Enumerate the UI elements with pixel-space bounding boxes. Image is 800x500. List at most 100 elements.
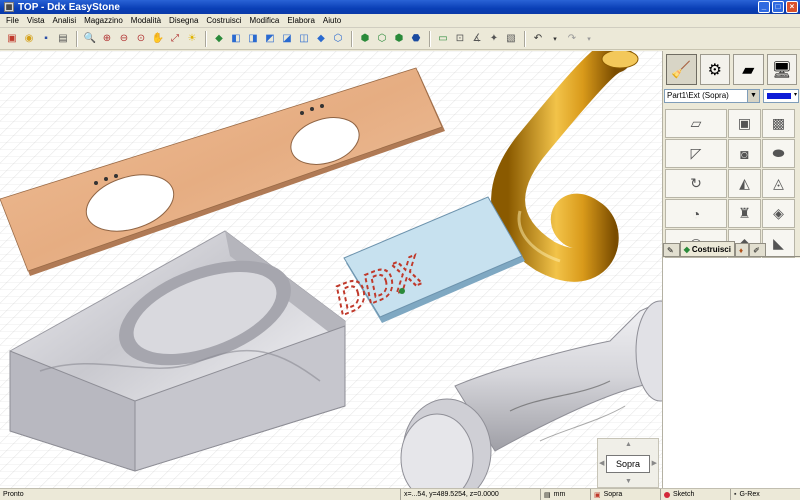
tool-slab-icon[interactable]: ▰ [733,54,764,85]
surface-tool-icon[interactable]: ◈ [762,199,795,228]
menu-analisi[interactable]: Analisi [49,16,81,25]
menu-modalita[interactable]: Modalità [127,16,165,25]
tab-edit[interactable]: ✐ [749,243,766,256]
chevron-down-icon[interactable]: ▼ [747,89,760,103]
close-button[interactable]: × [786,1,798,13]
view-back-icon[interactable]: ◨ [245,31,261,47]
scene-canvas: DDX [0,51,662,488]
minimize-button[interactable]: _ [758,1,770,13]
menu-vista[interactable]: Vista [23,16,49,25]
undo-dropdown-icon[interactable]: ▾ [547,31,563,47]
status-grex[interactable]: ▪ G-Rex [730,489,800,500]
view-navigator[interactable]: ▲ ◀ ▶ ▼ Sopra [597,438,659,488]
panel-tab-content [663,258,800,488]
3d-viewport[interactable]: DDX ▲ ◀ ▶ ▼ Sopra [0,51,662,488]
menu-costruisci[interactable]: Costruisci [202,16,245,25]
menu-modifica[interactable]: Modifica [246,16,284,25]
view-iso-icon[interactable]: ◆ [211,31,227,47]
panel-tabs: ✎ ◆ Costruisci ♦ ✐ [663,241,800,257]
view-cube-icon: ▣ [594,491,601,499]
status-unit: ▤ mm [540,489,590,500]
light-bulb-icon[interactable]: ☀ [184,31,200,47]
zoom-in-icon[interactable]: ⊕ [99,31,115,47]
profile-tool-icon[interactable]: ◸ [665,139,727,168]
sweep-tool-icon[interactable]: ◬ [762,169,795,198]
spiral-tool-icon[interactable]: ↻ [665,169,727,198]
view-perspective-icon[interactable]: ⬡ [330,31,346,47]
tab-costruisci[interactable]: ◆ Costruisci [679,241,735,256]
construct-icon: ◆ [683,244,690,254]
menu-elabora[interactable]: Elabora [283,16,319,25]
right-tool-panel: 🧹 ⚙ ▰ 🖥 Part1\Ext (Sopra) ▼ ▾ ▱ ▣ ▩ ◸ ◙ … [662,51,800,488]
main-toolbar: ▣ ◉ ▪ ▤ 🔍 ⊕ ⊖ ⊙ ✋ ⤢ ☀ ◆ ◧ ◨ ◩ ◪ ◫ ◆ ⬡ ⬢ … [0,28,800,50]
pocket-tool-icon[interactable]: ◙ [728,139,761,168]
nav-up-icon[interactable]: ▲ [625,441,632,448]
zoom-out-icon[interactable]: ⊖ [116,31,132,47]
zoom-window-icon[interactable]: 🔍 [82,31,98,47]
easystone-app-icon[interactable]: ▦ [4,2,14,12]
block-tool-icon[interactable]: ▣ [728,109,761,138]
disc-tool-icon[interactable]: ⬬ [762,139,795,168]
menu-aiuto[interactable]: Aiuto [319,16,345,25]
zoom-all-icon[interactable]: ⊙ [133,31,149,47]
save-icon[interactable]: ▪ [38,31,54,47]
print-icon[interactable]: ▤ [55,31,71,47]
redo-dropdown-icon[interactable]: ▾ [581,31,597,47]
pen-icon: ✎ [667,245,674,255]
tool-export-icon[interactable]: 🖥 [766,54,797,85]
redo-icon[interactable]: ↷ [564,31,580,47]
view-front-icon[interactable]: ◧ [228,31,244,47]
menu-file[interactable]: File [2,16,23,25]
wireframe-icon[interactable]: ⬢ [357,31,373,47]
part-selector[interactable]: Part1\Ext (Sopra) [664,89,760,103]
shaded-icon[interactable]: ⬢ [391,31,407,47]
menu-disegna[interactable]: Disegna [165,16,202,25]
tool-modeling-icon[interactable]: 🧹 [666,54,697,85]
undo-icon[interactable]: ↶ [530,31,546,47]
nav-left-icon[interactable]: ◀ [599,459,604,467]
nav-face-label[interactable]: Sopra [606,455,650,473]
maximize-button[interactable]: □ [772,1,784,13]
title-bar: ▦ TOP - Ddx EasyStone _ □ × [0,0,800,14]
tool-machining-icon[interactable]: ⚙ [699,54,730,85]
status-sketch[interactable]: Sketch [660,489,730,500]
status-bar: Pronto x=...54, y=489.5254, z=0.0000 ▤ mm… [0,488,800,500]
snap-grid-icon[interactable]: ▭ [435,31,451,47]
slab-tool-icon[interactable]: ▱ [665,109,727,138]
grex-icon: ▪ [734,491,737,498]
view-right-icon[interactable]: ◪ [279,31,295,47]
revolve-tool-icon[interactable]: ◔ [665,199,727,228]
tab-tools[interactable]: ♦ [734,243,750,256]
textured-block-icon[interactable]: ▩ [762,109,795,138]
menu-bar: File Vista Analisi Magazzino Modalità Di… [0,14,800,28]
loft-tool-icon[interactable]: ◭ [728,169,761,198]
snap-tool-icon[interactable]: ✦ [486,31,502,47]
view-bottom-icon[interactable]: ◆ [313,31,329,47]
open-folder-icon[interactable]: ◉ [21,31,37,47]
nav-down-icon[interactable]: ▼ [625,478,632,485]
ruler-icon: ▤ [544,491,551,499]
snap-angle-icon[interactable]: ∡ [469,31,485,47]
edit-icon: ✐ [753,245,760,255]
view-top-icon[interactable]: ◫ [296,31,312,47]
nav-right-icon[interactable]: ▶ [652,459,657,467]
measure-icon[interactable]: ⤢ [167,31,183,47]
color-picker[interactable]: ▾ [763,89,799,103]
menu-magazzino[interactable]: Magazzino [80,16,127,25]
tab-sketch[interactable]: ✎ [663,243,680,256]
window-title: TOP - Ddx EasyStone [18,1,120,13]
status-view[interactable]: ▣ Sopra [590,489,660,500]
color-dropdown-icon[interactable]: ▾ [794,91,797,98]
hidden-line-icon[interactable]: ⬡ [374,31,390,47]
color-swatch [767,93,791,99]
new-file-icon[interactable]: ▣ [4,31,20,47]
snap-point-icon[interactable]: ⊡ [452,31,468,47]
rendered-icon[interactable]: ⬣ [408,31,424,47]
status-message: Pronto [3,491,24,498]
sketch-dot-icon [664,491,670,498]
view-left-icon[interactable]: ◩ [262,31,278,47]
baluster-tool-icon[interactable]: ♜ [728,199,761,228]
pan-hand-icon[interactable]: ✋ [150,31,166,47]
status-coords: x=...54, y=489.5254, z=0.0000 [400,489,540,500]
layers-icon[interactable]: ▧ [503,31,519,47]
